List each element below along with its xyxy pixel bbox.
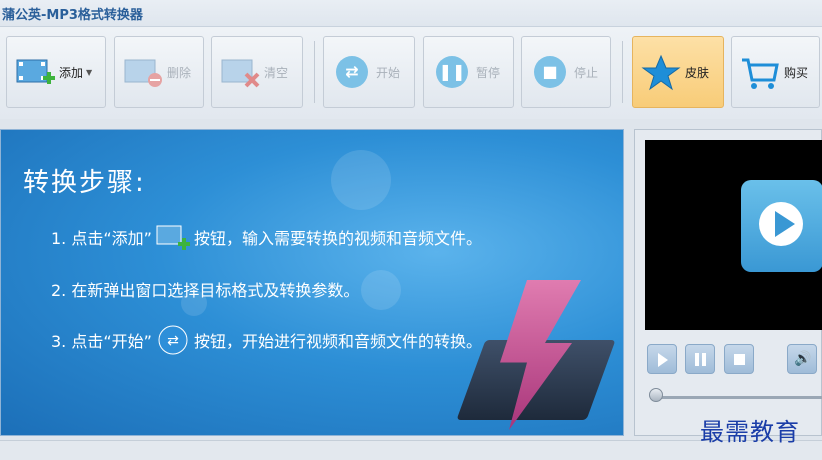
skin-label: 皮肤 — [685, 65, 710, 80]
buy-label: 购买 — [784, 65, 809, 80]
status-bar — [0, 440, 822, 460]
pause-label: 暂停 — [476, 65, 501, 80]
seek-slider[interactable] — [651, 396, 822, 399]
pause-icon: ❚❚ — [436, 56, 468, 88]
clear-button[interactable]: 清空 — [211, 36, 303, 108]
stop-icon — [734, 354, 745, 365]
clear-label: 清空 — [264, 65, 289, 80]
stop-button[interactable]: ■ 停止 — [521, 36, 611, 108]
pause-icon — [695, 353, 699, 366]
play-icon[interactable] — [741, 180, 822, 272]
video-screen — [645, 140, 822, 330]
skin-button[interactable]: 皮肤 — [632, 36, 724, 108]
start-button[interactable]: ⇄ 开始 — [323, 36, 415, 108]
separator — [622, 41, 623, 103]
shuffle-icon: ⇄ — [156, 325, 190, 355]
play-icon — [658, 353, 668, 367]
star-icon — [641, 52, 681, 92]
instructions-banner: 转换步骤: 1. 点击“添加” 按钮，输入需要转换的视频和音频文件。 2. 在新… — [0, 129, 624, 436]
pause-button[interactable]: ❚❚ 暂停 — [423, 36, 514, 108]
start-label: 开始 — [376, 65, 401, 80]
separator — [314, 41, 315, 103]
step-1: 1. 点击“添加” 按钮，输入需要转换的视频和音频文件。 — [51, 222, 482, 252]
film-add-icon — [15, 52, 55, 92]
volume-icon: 🔊 — [794, 351, 812, 367]
watermark: 最需教育 — [700, 418, 800, 446]
window-title: 蒲公英-MP3格式转换器 — [2, 8, 143, 23]
preview-player: 🔊 — [634, 129, 822, 436]
cart-icon — [740, 52, 780, 92]
volume-button[interactable]: 🔊 — [787, 344, 817, 374]
svg-text:⇄: ⇄ — [167, 333, 179, 349]
delete-label: 删除 — [167, 65, 192, 80]
film-add-icon — [156, 222, 190, 252]
step-3: 3. 点击“开始” ⇄ 按钮，开始进行视频和音频文件的转换。 — [51, 325, 482, 355]
stop-button[interactable] — [724, 344, 754, 374]
stop-icon: ■ — [534, 56, 566, 88]
step-1-suffix: 按钮，输入需要转换的视频和音频文件。 — [193, 229, 482, 248]
toolbar: 添加 ▼ 删除 清空 ⇄ 开始 ❚❚ 暂停 ■ 停止 皮肤 购买 — [0, 27, 822, 119]
pause-button[interactable] — [685, 344, 715, 374]
play-button[interactable] — [647, 344, 677, 374]
film-clear-icon — [220, 52, 260, 92]
step-2: 2. 在新弹出窗口选择目标格式及转换参数。 — [51, 281, 360, 300]
delete-button[interactable]: 删除 — [114, 36, 204, 108]
chevron-down-icon[interactable]: ▼ — [86, 68, 92, 77]
add-label: 添加 — [59, 65, 84, 80]
steps-heading: 转换步骤: — [23, 168, 146, 198]
shuffle-icon: ⇄ — [336, 56, 368, 88]
step-3-suffix: 按钮，开始进行视频和音频文件的转换。 — [193, 332, 482, 351]
seek-handle[interactable] — [649, 388, 663, 402]
step-3-prefix: 3. 点击“开始” — [51, 332, 152, 351]
buy-button[interactable]: 购买 — [731, 36, 820, 108]
title-bar: 蒲公英-MP3格式转换器 — [0, 0, 822, 27]
stop-label: 停止 — [574, 65, 599, 80]
film-delete-icon — [123, 52, 163, 92]
step-1-prefix: 1. 点击“添加” — [51, 229, 152, 248]
add-button[interactable]: 添加 ▼ — [6, 36, 106, 108]
